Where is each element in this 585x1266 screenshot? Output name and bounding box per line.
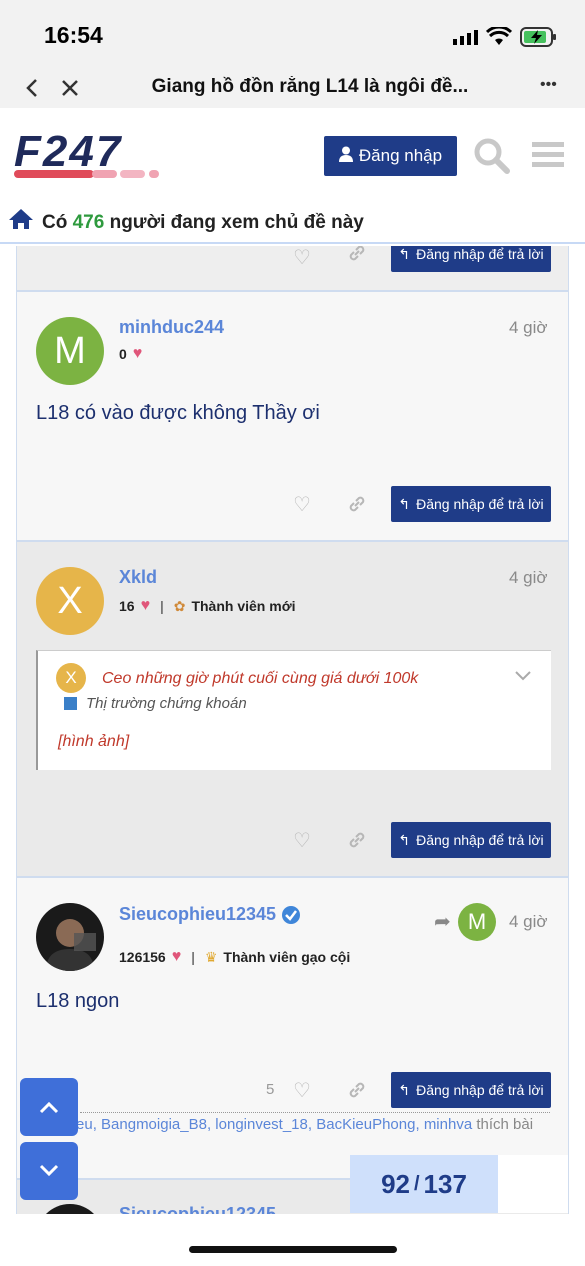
- post-username[interactable]: Xkld: [119, 567, 157, 588]
- login-label: Đăng nhập: [358, 146, 443, 165]
- avatar[interactable]: M: [36, 317, 104, 385]
- like-count: 5: [266, 1081, 275, 1098]
- back-icon[interactable]: [24, 78, 40, 103]
- post-body: L18 có vào được không Thầy ơi: [36, 402, 320, 424]
- reply-button[interactable]: ↰ Đăng nhập để trả lời: [391, 486, 551, 522]
- reply-label: Đăng nhập để trả lời: [416, 832, 544, 848]
- stats-divider: |: [191, 949, 195, 965]
- reply-label: Đăng nhập để trả lời: [416, 246, 544, 262]
- likers-list: eu, Bangmoigia_B8, longinvest_18, BacKie…: [76, 1116, 534, 1133]
- post-username[interactable]: minhduc244: [119, 317, 224, 338]
- user-icon: [338, 146, 353, 167]
- link-icon[interactable]: [347, 830, 367, 856]
- user-stats: 0 ♥: [119, 345, 142, 363]
- reply-arrow-icon: ↰: [398, 246, 411, 262]
- post-time[interactable]: 4 giờ: [509, 568, 548, 588]
- pager-blank: [498, 1155, 569, 1213]
- liker-link[interactable]: BacKieuPhong: [316, 1116, 415, 1133]
- reply-arrow-icon: ↰: [398, 1081, 411, 1098]
- viewer-prefix: Có: [42, 212, 68, 233]
- like-icon[interactable]: ♡: [293, 1078, 311, 1103]
- home-indicator-area: [0, 1214, 585, 1266]
- likers-divider: [80, 1112, 550, 1113]
- svg-text:F247: F247: [14, 130, 123, 176]
- user-like-count: 126156: [119, 949, 166, 965]
- like-icon[interactable]: ♡: [293, 246, 311, 270]
- more-options-icon[interactable]: •••: [540, 76, 557, 94]
- quote-title[interactable]: Ceo những giờ phút cuối cùng giá dưới 10…: [102, 670, 418, 688]
- image-placeholder: [hình ảnh]: [58, 733, 130, 750]
- user-stats: 126156 ♥ | ♛ Thành viên gạo cội: [119, 948, 350, 966]
- status-bar: 16:54: [0, 0, 585, 66]
- category-square-icon: [64, 697, 77, 710]
- login-button[interactable]: Đăng nhập: [324, 136, 457, 176]
- like-icon[interactable]: ♡: [293, 828, 311, 853]
- rank-badge-icon: ✿: [173, 597, 186, 614]
- home-indicator[interactable]: [189, 1246, 397, 1253]
- reply-arrow-icon: ↰: [398, 831, 411, 848]
- status-time: 16:54: [44, 22, 103, 48]
- liker-link[interactable]: eu: [76, 1116, 93, 1133]
- user-rank: Thành viên mới: [191, 598, 296, 614]
- user-like-count: 0: [119, 346, 127, 362]
- likers-suffix: thích bài: [476, 1116, 534, 1133]
- menu-icon[interactable]: [532, 140, 564, 175]
- chevron-up-icon: [39, 1101, 59, 1114]
- reply-label: Đăng nhập để trả lời: [416, 496, 544, 512]
- link-icon[interactable]: [347, 1080, 367, 1106]
- reply-button[interactable]: ↰ Đăng nhập để trả lời: [391, 822, 551, 858]
- user-like-count: 16: [119, 598, 135, 614]
- heart-icon: ♥: [140, 597, 151, 614]
- post-body: L18 ngon: [36, 990, 120, 1012]
- quote-avatar: X: [56, 663, 86, 693]
- chevron-down-icon: [39, 1164, 59, 1177]
- viewer-count-text: Có 476 người đang xem chủ đề này: [42, 212, 364, 234]
- link-icon[interactable]: [347, 246, 367, 269]
- liker-link[interactable]: Bangmoigia_B8: [101, 1116, 207, 1133]
- reply-to-avatar[interactable]: M: [458, 903, 496, 941]
- heart-icon: ♥: [132, 345, 143, 362]
- avatar[interactable]: X: [36, 567, 104, 635]
- search-icon[interactable]: [474, 138, 510, 179]
- viewer-count: 476: [72, 212, 105, 233]
- reply-label: Đăng nhập để trả lời: [416, 1082, 544, 1098]
- site-logo[interactable]: F247: [14, 127, 194, 187]
- post-username[interactable]: Sieucophieu12345: [119, 1204, 276, 1214]
- like-icon[interactable]: ♡: [293, 492, 311, 517]
- user-stats: 16 ♥ | ✿ Thành viên mới: [119, 597, 296, 615]
- reply-to-arrow-icon: ➦: [434, 911, 451, 933]
- scroll-down-button[interactable]: [20, 1142, 78, 1200]
- quote-category[interactable]: Thị trường chứng khoán: [86, 695, 247, 712]
- battery-icon: [520, 26, 558, 53]
- pager-current: 92: [381, 1168, 410, 1199]
- viewer-suffix: người đang xem chủ đề này: [109, 212, 364, 233]
- liker-link[interactable]: minhva: [424, 1116, 472, 1133]
- pager-total: 137: [423, 1168, 467, 1199]
- post-feed: ♡ ↰ Đăng nhập để trả lời M minhduc244 4 g…: [0, 246, 585, 1214]
- reply-button[interactable]: ↰ Đăng nhập để trả lời: [391, 246, 551, 272]
- post-pager[interactable]: 92 / 137: [350, 1155, 498, 1213]
- liker-link[interactable]: longinvest_18: [215, 1116, 308, 1133]
- close-icon[interactable]: [60, 78, 80, 103]
- reply-arrow-icon: ↰: [398, 495, 411, 512]
- chevron-down-icon[interactable]: [514, 669, 532, 687]
- stats-divider: |: [160, 598, 164, 614]
- reply-button[interactable]: ↰ Đăng nhập để trả lời: [391, 1072, 551, 1108]
- verified-badge-icon: [281, 905, 301, 930]
- user-rank: Thành viên gạo cội: [223, 949, 351, 965]
- quote-block[interactable]: X Ceo những giờ phút cuối cùng giá dưới …: [36, 650, 551, 770]
- signal-icon: [453, 30, 479, 46]
- post-username[interactable]: Sieucophieu12345: [119, 904, 276, 925]
- post-time[interactable]: 4 giờ: [509, 318, 548, 338]
- pager-separator: /: [413, 1172, 420, 1195]
- avatar[interactable]: [36, 903, 104, 971]
- home-icon[interactable]: [8, 208, 34, 235]
- page-title: Giang hồ đồn rằng L14 là ngôi đề...: [151, 76, 469, 97]
- heart-icon: ♥: [171, 948, 182, 965]
- wifi-icon: [485, 25, 513, 52]
- link-icon[interactable]: [347, 494, 367, 520]
- post-time[interactable]: 4 giờ: [509, 912, 548, 932]
- rank-badge-icon: ♛: [204, 948, 218, 965]
- scroll-up-button[interactable]: [20, 1078, 78, 1136]
